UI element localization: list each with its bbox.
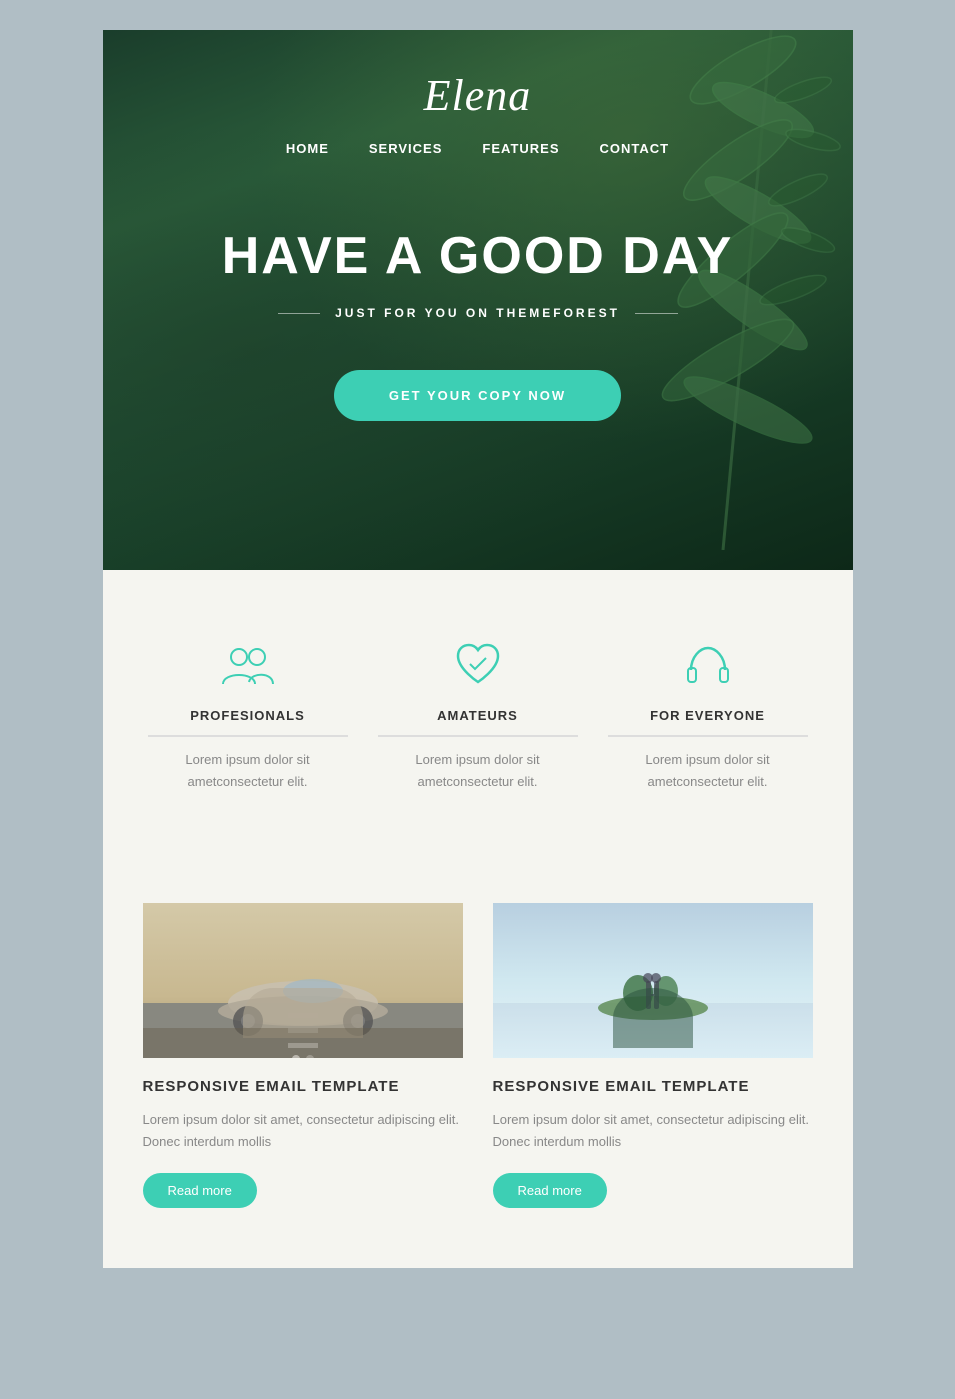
feature-everyone-title: FOR EVERYONE — [608, 708, 808, 737]
blog-card-1: RESPONSIVE EMAIL TEMPLATE Lorem ipsum do… — [143, 903, 463, 1208]
feature-amateurs: AMATEURS Lorem ipsum dolor sit ametconse… — [378, 640, 578, 793]
feature-professionals-title: PROFESIONALS — [148, 708, 348, 737]
read-more-button-2[interactable]: Read more — [493, 1173, 607, 1208]
page-wrapper: Elena HOME SERVICES FEATURES CONTACT HAV… — [103, 30, 853, 1268]
main-nav: HOME SERVICES FEATURES CONTACT — [286, 141, 669, 156]
features-section: PROFESIONALS Lorem ipsum dolor sit ametc… — [103, 570, 853, 863]
feature-professionals-text: Lorem ipsum dolor sit ametconsectetur el… — [148, 749, 348, 793]
features-grid: PROFESIONALS Lorem ipsum dolor sit ametc… — [143, 640, 813, 793]
hero-section: Elena HOME SERVICES FEATURES CONTACT HAV… — [103, 30, 853, 570]
dot-1[interactable] — [292, 1055, 300, 1058]
blog-card-2-text: Lorem ipsum dolor sit amet, consectetur … — [493, 1109, 813, 1153]
heart-icon — [448, 640, 508, 690]
nav-features[interactable]: FEATURES — [482, 141, 559, 156]
blog-card-2: RESPONSIVE EMAIL TEMPLATE Lorem ipsum do… — [493, 903, 813, 1208]
blog-image-couple — [493, 903, 813, 1058]
hero-cta-button[interactable]: GET YOUR COPY NOW — [334, 370, 621, 421]
blog-image-car — [143, 903, 463, 1058]
hero-content: Elena HOME SERVICES FEATURES CONTACT HAV… — [103, 30, 853, 421]
hero-subtitle: JUST FOR YOU ON THEMEFOREST — [335, 306, 620, 320]
headphones-icon — [678, 640, 738, 690]
slider-dots — [143, 1055, 463, 1058]
divider-line-right — [635, 313, 678, 314]
nav-contact[interactable]: CONTACT — [600, 141, 670, 156]
feature-amateurs-title: AMATEURS — [378, 708, 578, 737]
feature-amateurs-text: Lorem ipsum dolor sit ametconsectetur el… — [378, 749, 578, 793]
divider-line-left — [278, 313, 321, 314]
blog-card-2-title: RESPONSIVE EMAIL TEMPLATE — [493, 1078, 813, 1095]
dot-2[interactable] — [306, 1055, 314, 1058]
feature-professionals: PROFESIONALS Lorem ipsum dolor sit ametc… — [148, 640, 348, 793]
blog-card-1-title: RESPONSIVE EMAIL TEMPLATE — [143, 1078, 463, 1095]
blog-card-1-text: Lorem ipsum dolor sit amet, consectetur … — [143, 1109, 463, 1153]
hero-title: HAVE A GOOD DAY — [222, 226, 734, 286]
hero-divider: JUST FOR YOU ON THEMEFOREST — [278, 306, 678, 320]
site-logo: Elena — [424, 70, 532, 121]
blog-section: RESPONSIVE EMAIL TEMPLATE Lorem ipsum do… — [103, 863, 853, 1268]
users-icon — [218, 640, 278, 690]
nav-services[interactable]: SERVICES — [369, 141, 443, 156]
blog-grid: RESPONSIVE EMAIL TEMPLATE Lorem ipsum do… — [143, 903, 813, 1208]
feature-everyone: FOR EVERYONE Lorem ipsum dolor sit ametc… — [608, 640, 808, 793]
read-more-button-1[interactable]: Read more — [143, 1173, 257, 1208]
feature-everyone-text: Lorem ipsum dolor sit ametconsectetur el… — [608, 749, 808, 793]
nav-home[interactable]: HOME — [286, 141, 329, 156]
